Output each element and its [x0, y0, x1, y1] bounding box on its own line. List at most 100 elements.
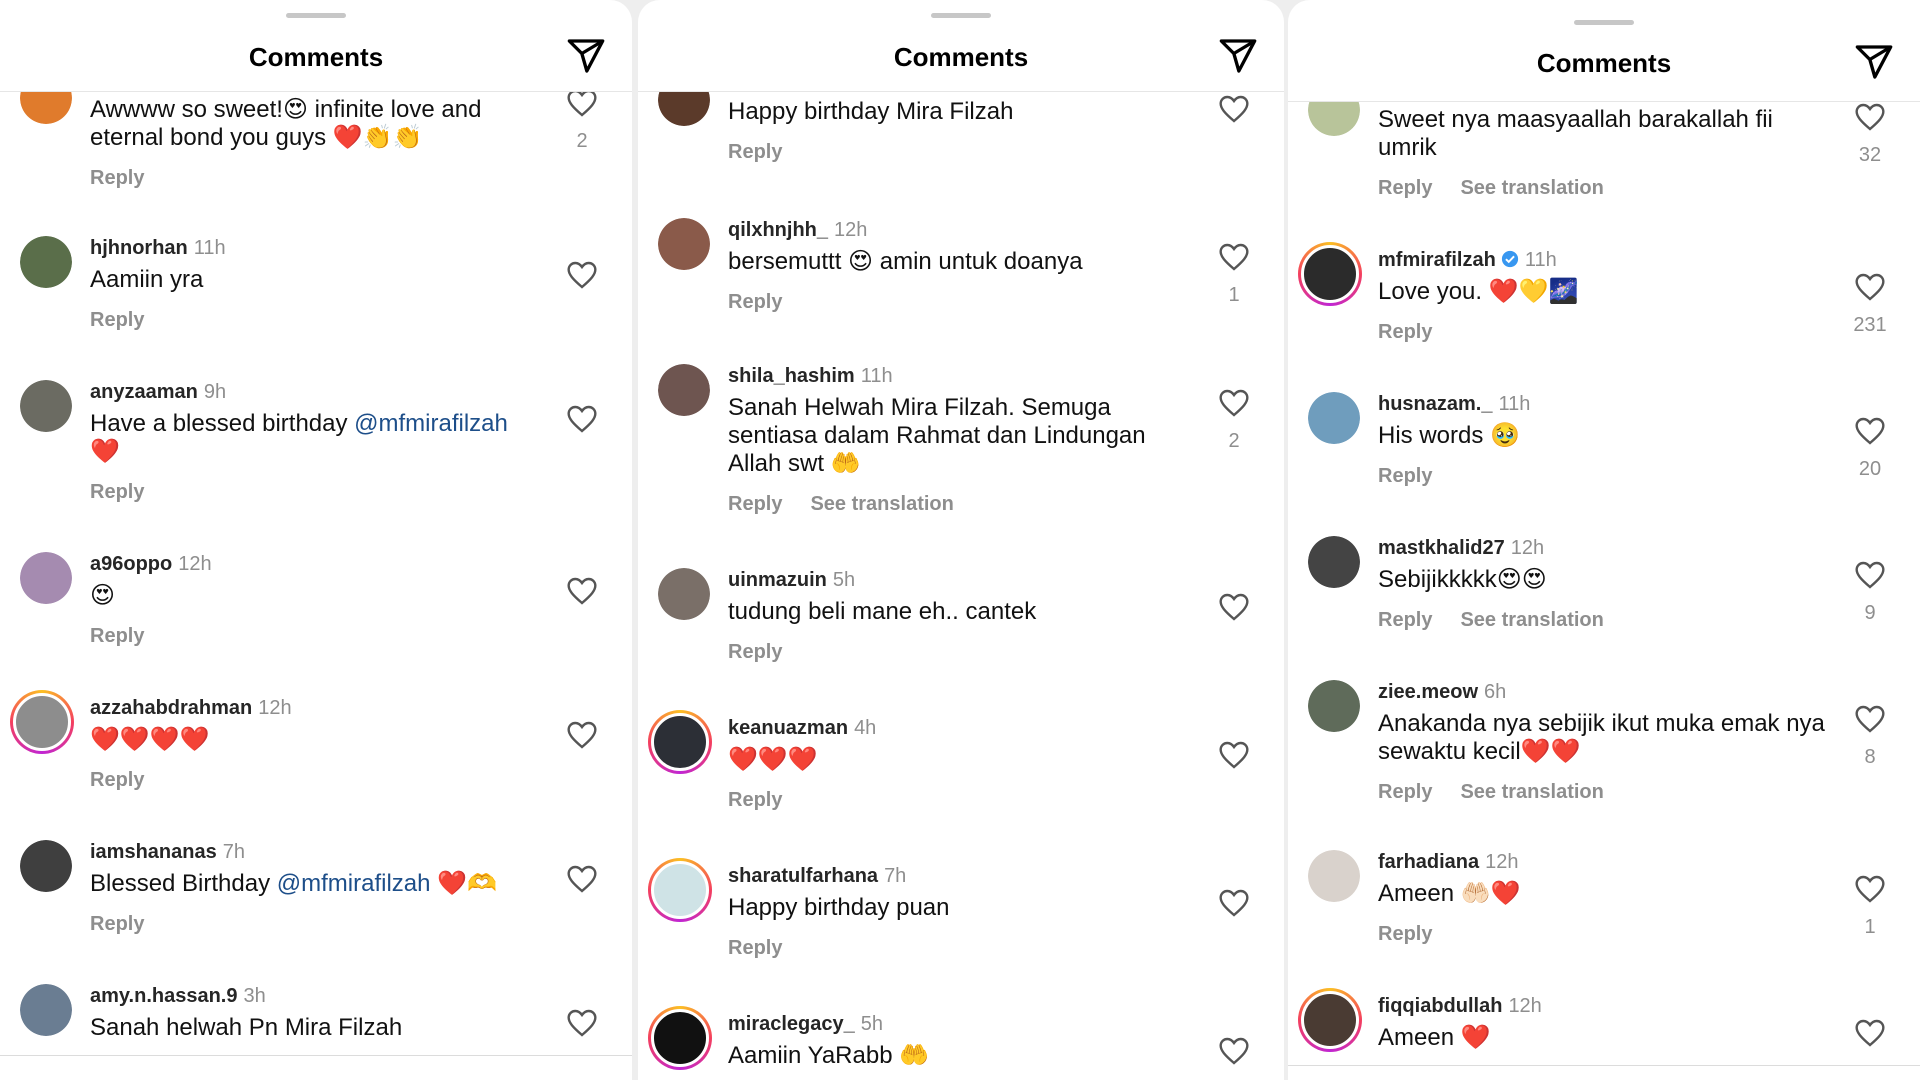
reply-button[interactable]: Reply — [728, 789, 782, 811]
see-translation-button[interactable]: See translation — [1460, 781, 1603, 803]
comment-username[interactable]: qilxhnjhh_ — [728, 219, 828, 241]
like-heart-icon[interactable] — [1218, 1036, 1250, 1066]
like-heart-icon[interactable] — [566, 576, 598, 606]
sheet-grabber[interactable] — [931, 13, 991, 18]
like-heart-icon[interactable] — [1218, 242, 1250, 272]
comment-time: 12h — [1510, 537, 1545, 559]
reply-button[interactable]: Reply — [1378, 465, 1432, 487]
like-heart-icon[interactable] — [1854, 704, 1886, 734]
comment-text: ❤️❤️❤️❤️ — [90, 726, 210, 753]
sheet-grabber[interactable] — [286, 13, 346, 18]
reply-button[interactable]: Reply — [1378, 177, 1432, 199]
avatar[interactable] — [648, 858, 712, 922]
comment-time: 12h — [178, 553, 212, 575]
like-heart-icon[interactable] — [1854, 416, 1886, 446]
comment-text-start: Blessed Birthday — [90, 870, 271, 897]
like-heart-icon[interactable] — [1854, 874, 1886, 904]
avatar[interactable] — [648, 1006, 712, 1070]
reply-button[interactable]: Reply — [728, 291, 782, 313]
send-icon[interactable] — [566, 36, 606, 76]
comment-username[interactable]: farhadiana — [1378, 851, 1479, 873]
like-heart-icon[interactable] — [1854, 560, 1886, 590]
comment-username[interactable]: amy.n.hassan.9 — [90, 985, 237, 1007]
reply-button[interactable]: Reply — [90, 625, 144, 647]
like-heart-icon[interactable] — [1854, 272, 1886, 302]
reply-button[interactable]: Reply — [90, 481, 144, 503]
comment-time: 9h — [203, 381, 227, 403]
reply-button[interactable]: Reply — [728, 141, 782, 163]
reply-button[interactable]: Reply — [90, 769, 144, 791]
like-heart-icon[interactable] — [1218, 740, 1250, 770]
reply-button[interactable]: Reply — [1378, 321, 1432, 343]
reply-button[interactable]: Reply — [728, 641, 782, 663]
sheet-grabber[interactable] — [1574, 20, 1634, 25]
avatar[interactable] — [1308, 850, 1360, 902]
reply-button[interactable]: Reply — [90, 167, 144, 189]
like-heart-icon[interactable] — [1854, 1018, 1886, 1048]
avatar[interactable] — [658, 568, 710, 620]
like-heart-icon[interactable] — [566, 1008, 598, 1038]
comment-username[interactable]: shila_hashim — [728, 365, 855, 387]
comment-time: 12h — [834, 219, 868, 241]
send-icon[interactable] — [1218, 36, 1258, 76]
mention-link[interactable]: @mfmirafilzah — [277, 870, 431, 897]
comment-username[interactable]: hjhnorhan — [90, 237, 188, 259]
reply-button[interactable]: Reply — [1378, 781, 1432, 803]
like-heart-icon[interactable] — [566, 864, 598, 894]
comment-username[interactable]: mfmirafilzah — [1378, 249, 1496, 271]
avatar[interactable] — [658, 218, 710, 270]
avatar[interactable] — [1308, 392, 1360, 444]
avatar[interactable] — [20, 984, 72, 1036]
comment-username[interactable]: iamshananas — [90, 841, 217, 863]
avatar[interactable] — [1308, 536, 1360, 588]
avatar[interactable] — [20, 236, 72, 288]
see-translation-button[interactable]: See translation — [1460, 609, 1603, 631]
like-heart-icon[interactable] — [1218, 94, 1250, 124]
like-count: 8 — [1864, 746, 1876, 768]
comment-username[interactable]: azzahabdrahman — [90, 697, 252, 719]
comment-username[interactable]: ziee.meow — [1378, 681, 1478, 703]
reply-button[interactable]: Reply — [90, 913, 144, 935]
like-heart-icon[interactable] — [566, 88, 598, 118]
comment-username[interactable]: keanuazman — [728, 717, 848, 739]
send-icon[interactable] — [1854, 42, 1894, 82]
avatar[interactable] — [20, 552, 72, 604]
avatar[interactable] — [658, 364, 710, 416]
comment-username[interactable]: uinmazuin — [728, 569, 827, 591]
comment-username[interactable]: fiqqiabdullah — [1378, 995, 1502, 1017]
reply-button[interactable]: Reply — [1378, 923, 1432, 945]
comment-time: 7h — [884, 865, 907, 887]
comment-username[interactable]: husnazam._ — [1378, 393, 1492, 415]
avatar[interactable] — [1298, 242, 1362, 306]
like-heart-icon[interactable] — [566, 720, 598, 750]
see-translation-button[interactable]: See translation — [1460, 177, 1603, 199]
avatar[interactable] — [648, 710, 712, 774]
like-heart-icon[interactable] — [1218, 388, 1250, 418]
like-heart-icon[interactable] — [1854, 102, 1886, 132]
like-heart-icon[interactable] — [566, 404, 598, 434]
like-count: 1 — [1864, 916, 1876, 938]
comment-time: 12h — [1485, 851, 1519, 873]
comment-username[interactable]: mastkhalid27 — [1378, 537, 1505, 559]
reply-button[interactable]: Reply — [1378, 609, 1432, 631]
see-translation-button[interactable]: See translation — [810, 493, 953, 515]
comment-username[interactable]: sharatulfarhana — [728, 865, 878, 887]
comment-time: 11h — [1498, 393, 1531, 415]
like-heart-icon[interactable] — [1218, 888, 1250, 918]
like-heart-icon[interactable] — [566, 260, 598, 290]
avatar[interactable] — [20, 840, 72, 892]
avatar[interactable] — [20, 380, 72, 432]
comment-username[interactable]: a96oppo — [90, 553, 172, 575]
avatar[interactable] — [1298, 988, 1362, 1052]
comment-time: 5h — [832, 569, 856, 591]
reply-button[interactable]: Reply — [728, 493, 782, 515]
avatar[interactable] — [1308, 680, 1360, 732]
mention-link[interactable]: @mfmirafilzah — [354, 410, 508, 437]
avatar[interactable] — [10, 690, 74, 754]
comment-username[interactable]: anyzaaman — [90, 381, 198, 403]
reply-button[interactable]: Reply — [728, 937, 782, 959]
reply-button[interactable]: Reply — [90, 309, 144, 331]
like-heart-icon[interactable] — [1218, 592, 1250, 622]
comment-username[interactable]: miraclegacy_ — [728, 1013, 855, 1035]
comment-text: Sweet nya maasyaallah barakallah fii umr… — [1378, 106, 1773, 161]
